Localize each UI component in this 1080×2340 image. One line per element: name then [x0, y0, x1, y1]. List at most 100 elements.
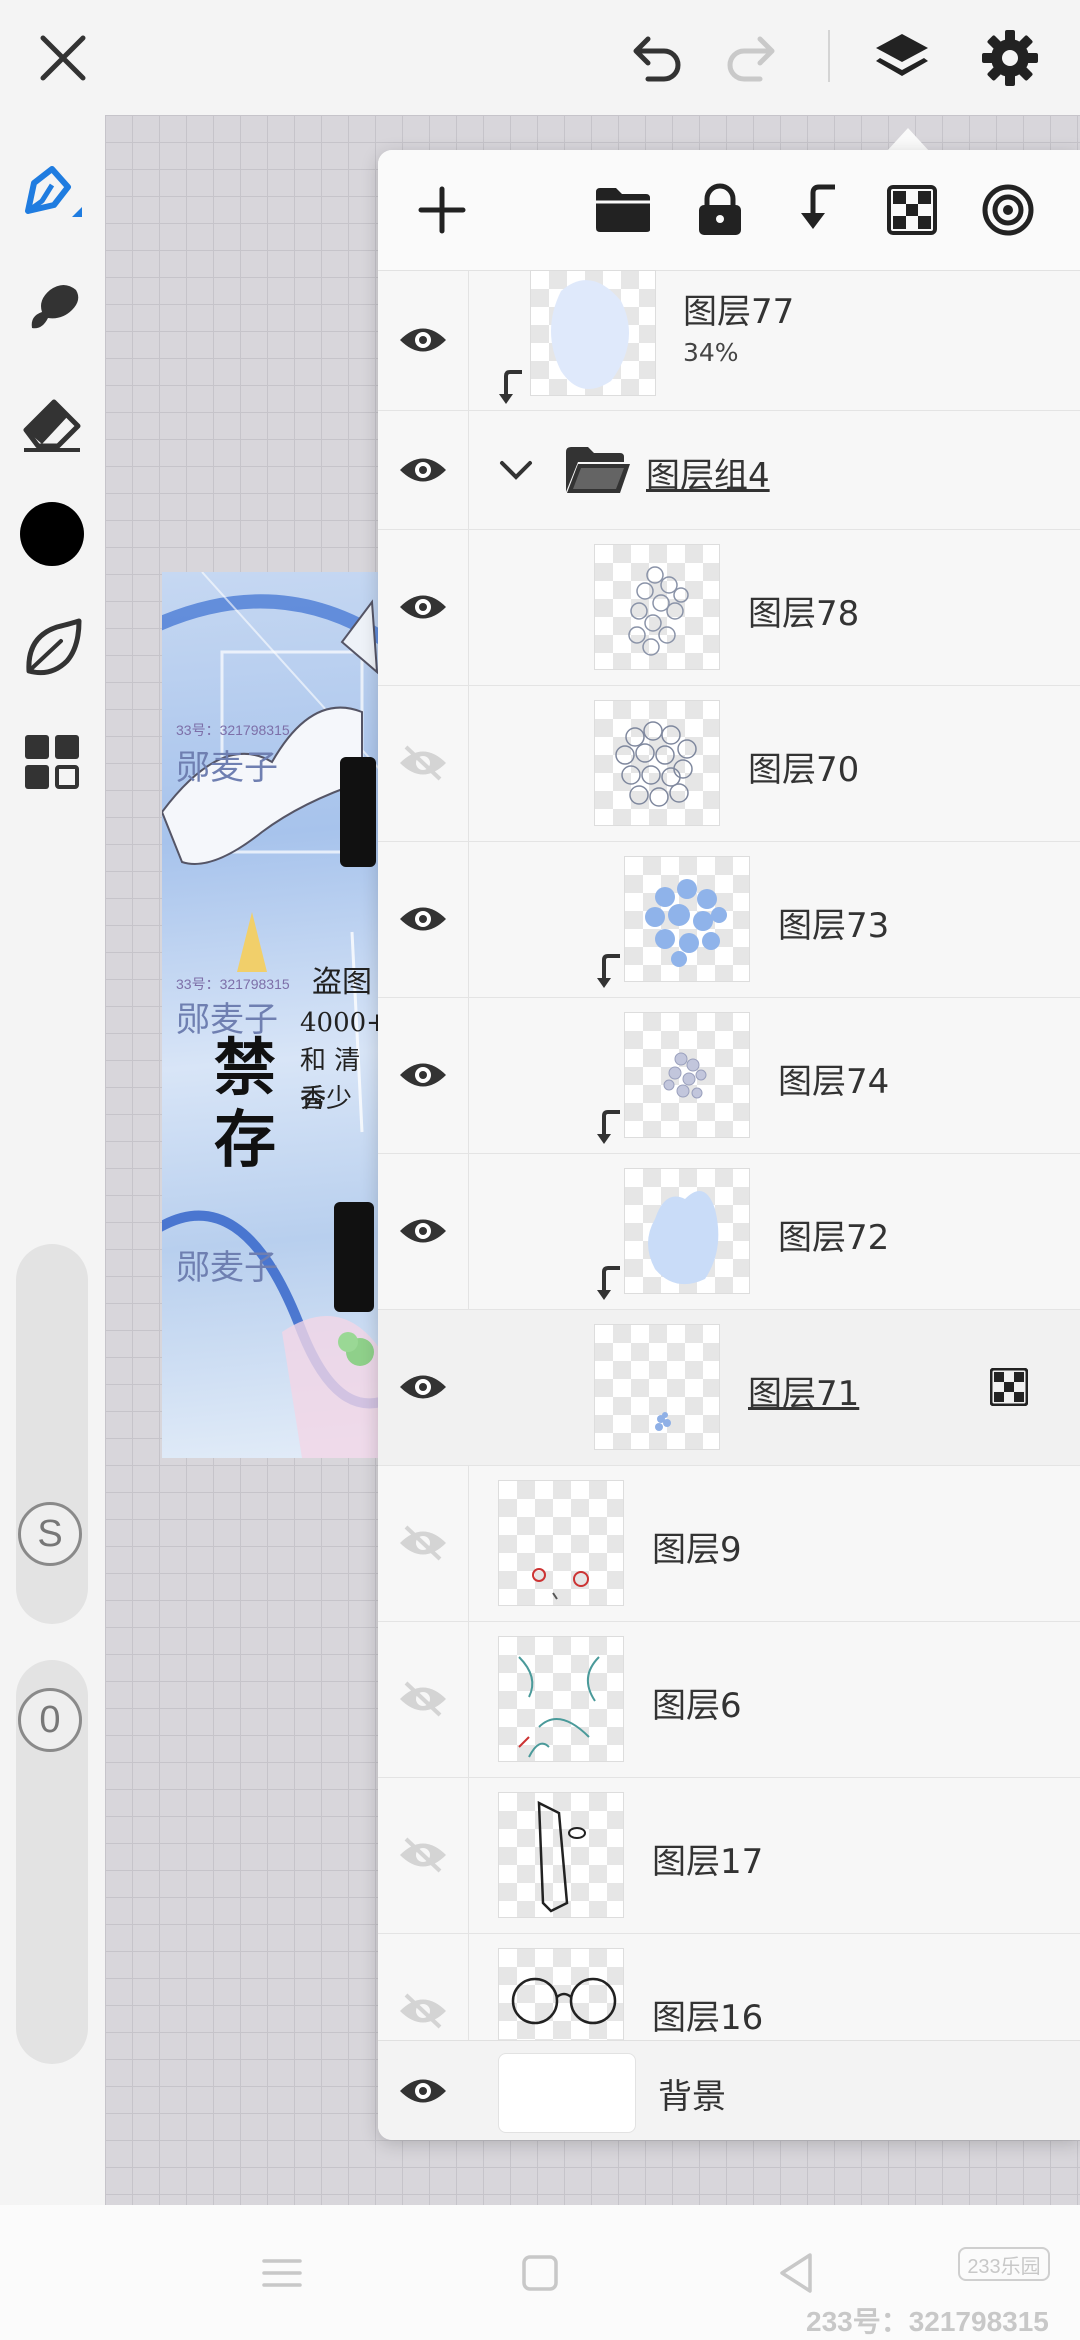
watermark-badge: 233乐园 [958, 2247, 1050, 2281]
layer-thumbnail [530, 270, 656, 396]
lock-layer-button[interactable] [682, 172, 758, 248]
pen-icon [25, 166, 82, 217]
layer-row[interactable]: 图层72 [378, 1154, 1080, 1310]
close-button[interactable] [27, 22, 99, 94]
brush-opacity-slider[interactable]: 0 [16, 1660, 88, 2064]
layer-row[interactable]: 图层78 [378, 530, 1080, 686]
top-bar [0, 0, 1080, 115]
alpha-lock-button[interactable] [874, 172, 950, 248]
layer-thumbnail [594, 544, 720, 670]
visibility-toggle[interactable] [390, 1978, 456, 2044]
undo-button[interactable] [620, 22, 692, 94]
visibility-toggle[interactable] [390, 886, 456, 952]
eye-icon [400, 1219, 446, 1243]
layers-button[interactable] [866, 22, 938, 94]
opacity-slider-knob[interactable]: 0 [18, 1688, 82, 1752]
layer-name: 图层71 [748, 1374, 860, 1414]
visibility-toggle[interactable] [390, 437, 456, 503]
layer-row[interactable]: 图层77 34% [378, 270, 1080, 411]
layer-row[interactable]: 图层6 [378, 1622, 1080, 1778]
smudge-brush-icon [31, 285, 79, 329]
color-swatch [20, 502, 84, 566]
layer-row[interactable]: 图层73 [378, 842, 1080, 998]
eye-icon [400, 458, 446, 482]
materials-tool[interactable] [14, 724, 90, 800]
visibility-toggle[interactable] [390, 1666, 456, 1732]
eraser-tool[interactable] [14, 384, 90, 460]
layer-thumbnail [498, 1636, 624, 1762]
clip-indicator-icon [499, 370, 522, 404]
add-layer-button[interactable] [404, 172, 480, 248]
layer-name: 图层16 [652, 1998, 764, 2038]
layer-name: 图层17 [652, 1842, 764, 1882]
layer-name: 图层6 [652, 1686, 742, 1726]
toolbar-divider [828, 30, 830, 82]
clipping-mask-button[interactable] [778, 172, 854, 248]
eye-hidden-icon [400, 1837, 446, 1873]
layer-group-name: 图层组4 [646, 456, 770, 496]
layer-thumbnail [594, 1324, 720, 1450]
visibility-toggle[interactable] [390, 574, 456, 640]
layer-name: 图层78 [748, 594, 860, 634]
visibility-toggle[interactable] [390, 1822, 456, 1888]
color-picker[interactable] [14, 496, 90, 572]
home-icon [522, 2255, 558, 2291]
large-glyph-fragment [340, 757, 376, 867]
layer-row[interactable]: 图层70 [378, 686, 1080, 842]
visibility-toggle[interactable] [390, 2058, 456, 2124]
lock-icon [699, 183, 741, 235]
artwork-preview: 33号：321798315 郧麦子 33号：321798315 郧麦子 禁存 盗… [162, 572, 382, 1458]
alpha-lock-icon [887, 185, 937, 235]
layer-name: 图层73 [778, 906, 890, 946]
visibility-toggle[interactable] [390, 1510, 456, 1576]
layer-name: 图层72 [778, 1218, 890, 1258]
eye-icon [400, 2079, 446, 2103]
visibility-toggle[interactable] [390, 730, 456, 796]
eye-hidden-icon [400, 1993, 446, 2029]
layer-row[interactable]: 图层17 [378, 1778, 1080, 1934]
layer-row-selected[interactable]: 图层71 [378, 1310, 1080, 1466]
pen-tool[interactable] [14, 155, 90, 231]
layer-thumbnail [594, 700, 720, 826]
layer-target-icon [982, 184, 1034, 236]
eye-icon [400, 907, 446, 931]
layer-row[interactable]: 图层74 [378, 998, 1080, 1154]
clip-indicator-icon [597, 1266, 620, 1300]
visibility-toggle[interactable] [390, 1354, 456, 1420]
layer-row[interactable]: 图层9 [378, 1466, 1080, 1622]
brush-size-slider[interactable]: S [16, 1244, 88, 1624]
leaf-brush-icon [26, 618, 82, 676]
eye-icon [400, 328, 446, 352]
visibility-toggle[interactable] [390, 307, 456, 373]
menu-button[interactable] [244, 2235, 320, 2311]
layer-thumbnail [498, 1480, 624, 1606]
layer-name: 背景 [658, 2077, 726, 2117]
home-button[interactable] [502, 2235, 578, 2311]
visibility-toggle[interactable] [390, 1198, 456, 1264]
background-layer-row[interactable]: 背景 [378, 2040, 1080, 2140]
smudge-tool[interactable] [14, 268, 90, 344]
undo-icon [633, 36, 681, 82]
redo-button[interactable] [716, 22, 788, 94]
eye-hidden-icon [400, 1525, 446, 1561]
new-group-button[interactable] [585, 172, 661, 248]
clip-indicator-icon [597, 1110, 620, 1144]
clip-mask-icon [801, 184, 835, 229]
layer-thumbnail [624, 1168, 750, 1294]
size-slider-knob[interactable]: S [18, 1502, 82, 1566]
visibility-toggle[interactable] [390, 1042, 456, 1108]
settings-button[interactable] [974, 22, 1046, 94]
layer-group-row[interactable]: 图层组4 [378, 411, 1080, 530]
watermark-id: 33号：321798315 [176, 722, 290, 738]
background-thumbnail [498, 2053, 636, 2133]
brush-library-tool[interactable] [14, 610, 90, 686]
eye-icon [400, 595, 446, 619]
layers-panel-toolbar [378, 150, 1080, 271]
alpha-lock-indicator-icon [990, 1368, 1028, 1406]
large-glyph-fragment [334, 1202, 374, 1312]
chevron-down-icon[interactable] [498, 458, 534, 482]
close-icon [40, 35, 86, 81]
back-icon [780, 2253, 812, 2293]
layer-name: 图层9 [652, 1530, 742, 1570]
layer-reference-button[interactable] [970, 172, 1046, 248]
